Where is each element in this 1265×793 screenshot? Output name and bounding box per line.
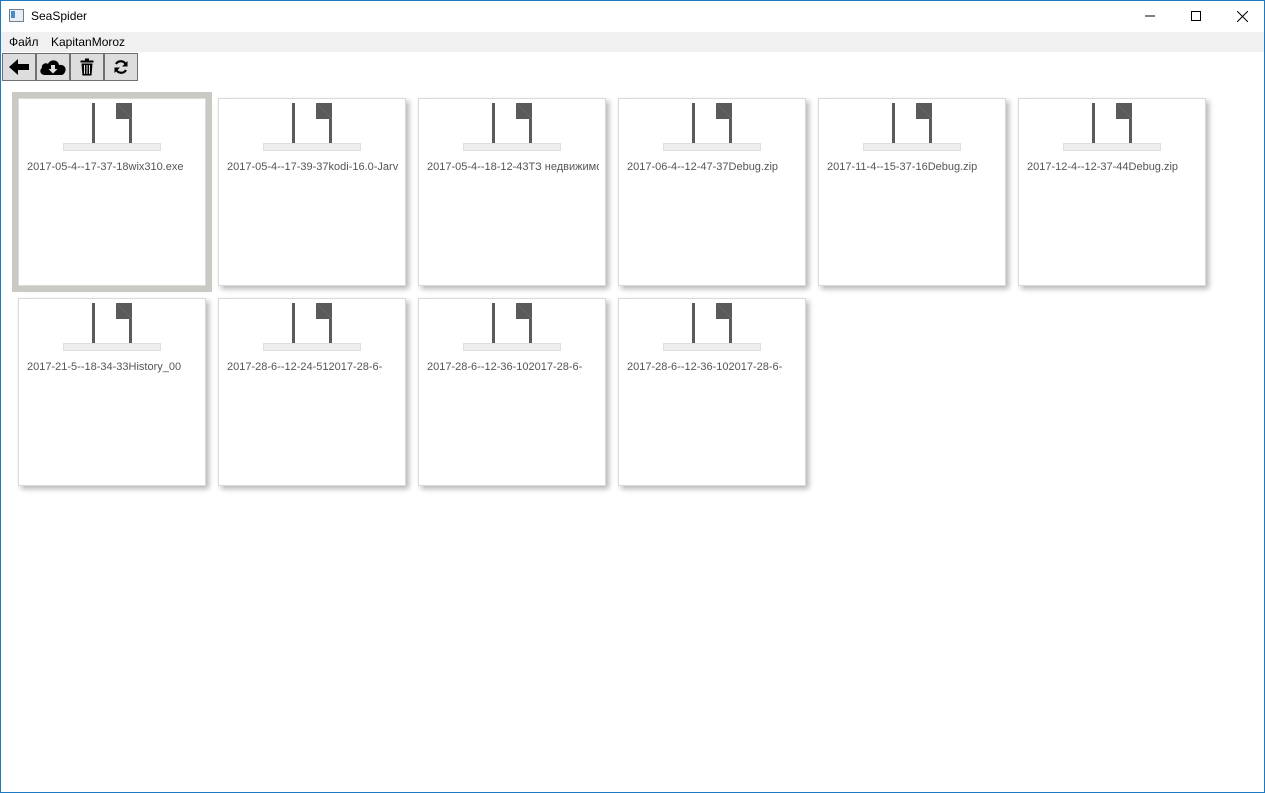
file-name: 2017-28-6--12-36-102017-28-6-	[627, 361, 783, 373]
file-icon	[1092, 103, 1132, 147]
refresh-icon	[114, 60, 128, 74]
tile-progress-bar	[463, 343, 561, 351]
window-title: SeaSpider	[31, 9, 88, 23]
file-tile[interactable]: 2017-21-5--18-34-33History_00	[18, 298, 206, 486]
app-window: SeaSpider Файл KapitanMoroz 2017-05-4--1…	[0, 0, 1265, 793]
tile-progress-bar	[463, 143, 561, 151]
file-grid: 2017-05-4--17-37-18wix310.exe 2017-05-4-…	[1, 81, 1264, 792]
file-name: 2017-21-5--18-34-33History_00	[27, 361, 182, 373]
maximize-icon	[1191, 11, 1201, 21]
file-name: 2017-05-4--18-12-43ТЗ недвижимость.docx	[427, 161, 599, 173]
file-tile[interactable]: 2017-05-4--18-12-43ТЗ недвижимость.docx	[418, 98, 606, 286]
file-tile[interactable]: 2017-12-4--12-37-44Debug.zip	[1018, 98, 1206, 286]
tile-progress-bar	[263, 143, 361, 151]
back-button[interactable]	[2, 53, 36, 81]
file-tile[interactable]: 2017-06-4--12-47-37Debug.zip	[618, 98, 806, 286]
download-button[interactable]	[36, 53, 70, 81]
file-name: 2017-06-4--12-47-37Debug.zip	[627, 161, 779, 173]
file-icon	[292, 103, 332, 147]
file-icon	[692, 103, 732, 147]
file-icon	[492, 103, 532, 147]
tile-progress-bar	[663, 343, 761, 351]
file-icon	[492, 303, 532, 347]
tile-progress-bar	[863, 143, 961, 151]
tile-progress-bar	[663, 143, 761, 151]
file-tile[interactable]: 2017-11-4--15-37-16Debug.zip	[818, 98, 1006, 286]
file-name: 2017-11-4--15-37-16Debug.zip	[827, 161, 978, 173]
app-icon	[9, 9, 24, 22]
minimize-button[interactable]	[1127, 1, 1173, 31]
file-icon	[892, 103, 932, 147]
file-name: 2017-05-4--17-37-18wix310.exe	[27, 161, 184, 173]
trash-icon	[80, 58, 94, 76]
close-button[interactable]	[1219, 1, 1264, 31]
file-icon	[692, 303, 732, 347]
refresh-button[interactable]	[104, 53, 138, 81]
close-icon	[1236, 10, 1248, 22]
minimize-icon	[1145, 15, 1155, 17]
file-tile[interactable]: 2017-28-6--12-24-512017-28-6-	[218, 298, 406, 486]
tile-progress-bar	[1063, 143, 1161, 151]
file-tile[interactable]: 2017-05-4--17-37-18wix310.exe	[12, 92, 212, 292]
file-icon	[92, 103, 132, 147]
tile-progress-bar	[63, 343, 161, 351]
file-tile[interactable]: 2017-05-4--17-39-37kodi-16.0-Jarvis-x86.…	[218, 98, 406, 286]
tile-progress-bar	[263, 343, 361, 351]
cloud-download-icon	[40, 60, 66, 75]
menu-file[interactable]: Файл	[9, 35, 39, 49]
arrow-left-icon	[9, 59, 29, 75]
title-bar[interactable]: SeaSpider	[1, 1, 1264, 31]
menu-user[interactable]: KapitanMoroz	[51, 35, 125, 49]
file-icon	[292, 303, 332, 347]
file-tile[interactable]: 2017-28-6--12-36-102017-28-6-	[418, 298, 606, 486]
delete-button[interactable]	[70, 53, 104, 81]
file-tile[interactable]: 2017-28-6--12-36-102017-28-6-	[618, 298, 806, 486]
tile-progress-bar	[63, 143, 161, 151]
file-name: 2017-12-4--12-37-44Debug.zip	[1027, 161, 1179, 173]
file-name: 2017-05-4--17-39-37kodi-16.0-Jarvis-x86.…	[227, 161, 399, 173]
file-icon	[92, 303, 132, 347]
menu-bar: Файл KapitanMoroz	[1, 32, 1264, 52]
file-name: 2017-28-6--12-36-102017-28-6-	[427, 361, 583, 373]
file-name: 2017-28-6--12-24-512017-28-6-	[227, 361, 383, 373]
maximize-button[interactable]	[1173, 1, 1219, 31]
